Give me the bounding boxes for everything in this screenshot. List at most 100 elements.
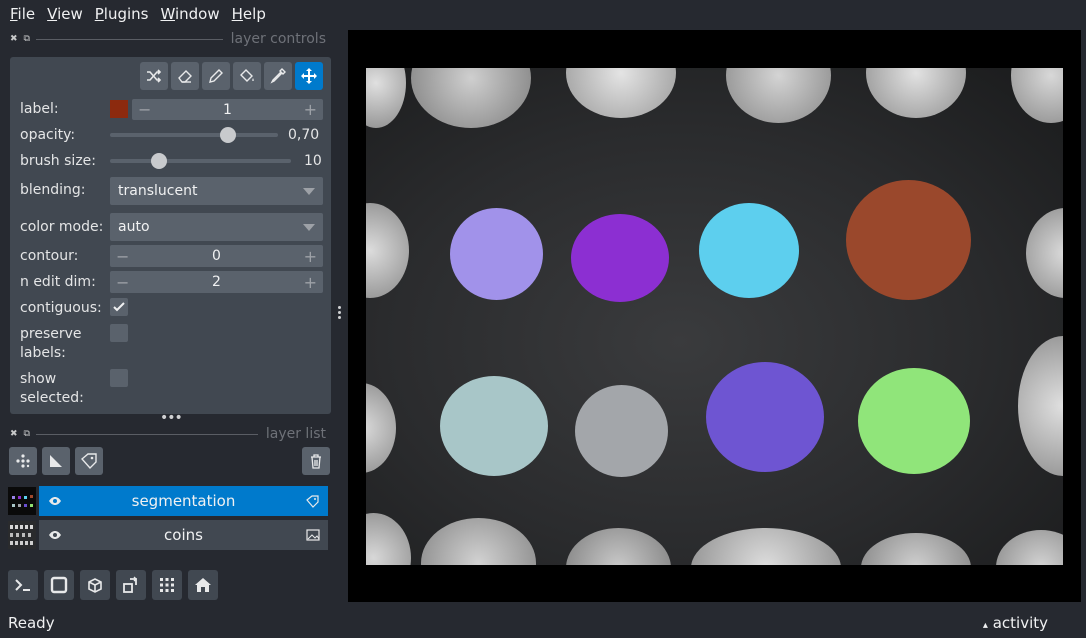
layer-row-body[interactable]: segmentation [39, 486, 328, 516]
float-dock-icon[interactable]: ⧉ [24, 429, 30, 439]
close-dock-icon[interactable]: ✖ [10, 34, 18, 44]
decrement-button[interactable]: − [138, 100, 151, 119]
contour-row: contour: [20, 247, 110, 266]
brush-size-slider-handle[interactable] [150, 153, 167, 169]
eye-icon[interactable] [48, 528, 62, 542]
activity-button[interactable]: ▴ activity [983, 614, 1048, 632]
menu-help[interactable]: Help [226, 5, 272, 23]
menu-view[interactable]: View [41, 5, 89, 23]
pan-zoom-button[interactable] [295, 62, 323, 90]
viewer-buttons [8, 570, 218, 600]
paint-icon [209, 69, 223, 83]
color-mode-dropdown[interactable]: auto [110, 213, 323, 241]
show-selected-label: show selected: [20, 371, 84, 406]
n-edit-dim-value: 2 [212, 274, 221, 290]
opacity-slider-track[interactable] [110, 133, 278, 137]
increment-button[interactable]: + [304, 273, 317, 292]
layer-item-coins[interactable]: coins [8, 520, 328, 550]
contiguous-row: contiguous: [20, 299, 110, 318]
coins-image [366, 68, 1063, 565]
menu-bar: File View Plugins Window Help [0, 0, 1086, 28]
dock-splitter-handle[interactable] [338, 306, 342, 319]
increment-button[interactable]: + [304, 247, 317, 266]
status-text: Ready [8, 614, 55, 632]
preserve-labels-checkbox[interactable] [110, 324, 128, 342]
segmented-coin [440, 376, 548, 476]
layer-row-body[interactable]: coins [39, 520, 328, 550]
menu-window[interactable]: Window [154, 5, 225, 23]
viewer-canvas[interactable] [348, 30, 1081, 602]
labels-tool-row [140, 62, 323, 90]
layer-item-segmentation[interactable]: segmentation [8, 486, 328, 516]
n-edit-dim-row: n edit dim: [20, 273, 110, 292]
contour-value: 0 [212, 248, 221, 264]
new-points-layer-button[interactable] [9, 447, 37, 475]
coin [691, 528, 841, 565]
erase-icon [178, 70, 192, 83]
show-selected-checkbox[interactable] [110, 369, 128, 387]
layer-thumbnail [8, 487, 36, 515]
pan-zoom-icon [301, 68, 317, 84]
status-bar: Ready ▴ activity [0, 608, 1086, 638]
preserve-labels-label: preserve labels: [20, 326, 82, 361]
caret-up-icon: ▴ [982, 620, 988, 631]
coin [411, 68, 531, 128]
menu-file[interactable]: File [4, 5, 41, 23]
labels-icon [80, 453, 97, 470]
delete-layer-button[interactable] [302, 447, 330, 475]
float-dock-icon[interactable]: ⧉ [24, 34, 30, 44]
decrement-button[interactable]: − [116, 247, 129, 266]
label-label: label: [20, 101, 59, 117]
rotate-icon [123, 576, 137, 593]
segmented-coin [846, 180, 971, 300]
menu-plugins[interactable]: Plugins [89, 5, 155, 23]
contiguous-checkbox[interactable] [110, 298, 128, 316]
checkmark-icon [113, 302, 125, 312]
blending-dropdown[interactable]: translucent [110, 177, 323, 205]
pick-button[interactable] [264, 62, 292, 90]
console-icon [15, 579, 30, 591]
contiguous-label: contiguous: [20, 300, 102, 316]
grid-button[interactable] [152, 570, 182, 600]
home-button[interactable] [188, 570, 218, 600]
new-labels-layer-button[interactable] [75, 447, 103, 475]
erase-button[interactable] [171, 62, 199, 90]
preserve-labels-row: preserve labels: [20, 325, 100, 363]
coin [996, 530, 1063, 565]
new-shapes-layer-button[interactable] [42, 447, 70, 475]
grid-icon [160, 578, 174, 592]
shuffle-colors-button[interactable] [140, 62, 168, 90]
ndisplay-button[interactable] [44, 570, 74, 600]
contour-label: contour: [20, 248, 79, 264]
console-button[interactable] [8, 570, 38, 600]
eye-icon[interactable] [48, 494, 62, 508]
pick-icon [270, 68, 286, 84]
layer-controls-panel: label: − 1 + opacity: 0,70 brush size: 1… [10, 57, 331, 414]
segmented-coin [571, 214, 669, 302]
blending-row: blending: [20, 181, 110, 200]
brush-size-slider-track[interactable] [110, 159, 291, 163]
increment-button[interactable]: + [304, 100, 317, 119]
segmented-coin [450, 208, 543, 300]
close-dock-icon[interactable]: ✖ [10, 429, 18, 439]
shapes-icon [50, 455, 62, 467]
layer-list-header: ✖ ⧉ layer list [10, 424, 326, 444]
decrement-button[interactable]: − [116, 273, 129, 292]
opacity-slider-handle[interactable] [219, 127, 236, 143]
paint-button[interactable] [202, 62, 230, 90]
roll-dims-button[interactable] [80, 570, 110, 600]
fill-button[interactable] [233, 62, 261, 90]
opacity-value: 0,70 [288, 127, 320, 143]
coin [1011, 68, 1063, 123]
layer-tools [9, 447, 103, 475]
label-spinbox[interactable]: − 1 + [132, 99, 323, 120]
image-icon [306, 529, 320, 541]
n-edit-dim-spinbox[interactable]: − 2 + [110, 271, 323, 293]
contour-spinbox[interactable]: − 0 + [110, 245, 323, 267]
cube-icon [88, 578, 102, 593]
transpose-button[interactable] [116, 570, 146, 600]
layer-controls-header: ✖ ⧉ layer controls [10, 29, 326, 49]
layer-controls-title: layer controls [230, 31, 326, 47]
layer-list-title: layer list [265, 426, 326, 442]
coin [366, 513, 411, 565]
